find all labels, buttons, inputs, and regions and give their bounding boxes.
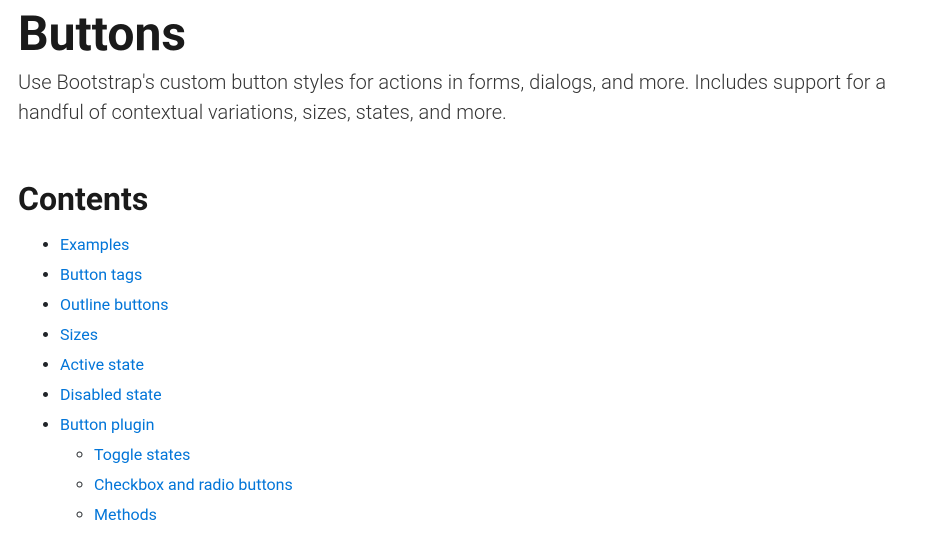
toc-link-outline-buttons[interactable]: Outline buttons (60, 295, 168, 314)
toc-link-checkbox-radio[interactable]: Checkbox and radio buttons (94, 475, 293, 494)
toc-item: Button tags (60, 263, 929, 287)
contents-heading: Contents (18, 175, 929, 223)
toc-link-button-plugin[interactable]: Button plugin (60, 415, 154, 434)
toc-sublist: Toggle states Checkbox and radio buttons… (60, 443, 929, 527)
toc-link-active-state[interactable]: Active state (60, 355, 144, 374)
page-lead: Use Bootstrap's custom button styles for… (18, 67, 929, 127)
toc-subitem: Methods (94, 503, 929, 527)
toc-item: Outline buttons (60, 293, 929, 317)
toc-item: Sizes (60, 323, 929, 347)
toc-subitem: Checkbox and radio buttons (94, 473, 929, 497)
page-title: Buttons (18, 8, 929, 61)
table-of-contents: Examples Button tags Outline buttons Siz… (18, 233, 929, 527)
toc-link-disabled-state[interactable]: Disabled state (60, 385, 162, 404)
toc-link-sizes[interactable]: Sizes (60, 325, 98, 344)
toc-link-toggle-states[interactable]: Toggle states (94, 445, 190, 464)
toc-link-methods[interactable]: Methods (94, 505, 157, 524)
toc-item: Disabled state (60, 383, 929, 407)
toc-item: Examples (60, 233, 929, 257)
toc-link-button-tags[interactable]: Button tags (60, 265, 142, 284)
toc-item: Button plugin Toggle states Checkbox and… (60, 413, 929, 527)
toc-item: Active state (60, 353, 929, 377)
toc-link-examples[interactable]: Examples (60, 235, 129, 254)
toc-subitem: Toggle states (94, 443, 929, 467)
